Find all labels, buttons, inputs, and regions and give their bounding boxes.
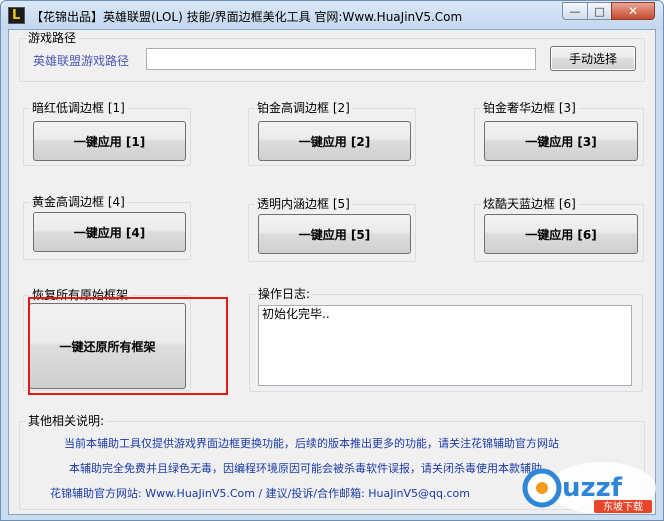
app-window: L 【花锦出品】英雄联盟(LOL) 技能/界面边框美化工具 官网:Www.Hua…	[0, 0, 664, 521]
apply-frame-3-button[interactable]: 一键应用 [3]	[484, 121, 638, 161]
log-group-label: 操作日志:	[256, 287, 313, 302]
game-path-group-label: 游戏路径	[26, 31, 79, 46]
manual-select-button[interactable]: 手动选择	[550, 46, 636, 71]
apply-frame-6-button[interactable]: 一键应用 [6]	[484, 214, 638, 254]
watermark-logo: uzzf 东坡下载	[522, 462, 656, 514]
frame-group-label: 暗红低调边框 [1]	[30, 101, 127, 116]
frame-group-label: 铂金奢华边框 [3]	[481, 101, 578, 116]
game-path-input[interactable]	[146, 48, 536, 70]
notes-group-label: 其他相关说明:	[26, 414, 107, 429]
watermark-text: uzzf	[562, 473, 623, 503]
highlight-rectangle	[28, 297, 228, 395]
note-line: 花锦辅助官方网站: Www.HuaJinV5.Com / 建议/投诉/合作邮箱:…	[50, 487, 471, 500]
maximize-button[interactable]: □	[587, 2, 612, 20]
minimize-button[interactable]: —	[562, 2, 588, 20]
frame-group-label: 铂金高调边框 [2]	[255, 101, 352, 116]
apply-frame-2-button[interactable]: 一键应用 [2]	[258, 121, 411, 161]
client-area: 游戏路径 英雄联盟游戏路径 手动选择 暗红低调边框 [1] 一键应用 [1] 铂…	[8, 29, 656, 515]
log-group: 操作日志: 初始化完毕..	[249, 287, 643, 392]
title-bar[interactable]: L 【花锦出品】英雄联盟(LOL) 技能/界面边框美化工具 官网:Www.Hua…	[1, 1, 663, 29]
frame-group-label: 透明内涵边框 [5]	[255, 197, 352, 212]
app-logo-icon: L	[8, 7, 25, 24]
apply-frame-4-button[interactable]: 一键应用 [4]	[33, 212, 186, 252]
note-line: 本辅助完全免费并且绿色无毒，因编程环境原因可能会被杀毒软件误报，请关闭杀毒使用本…	[69, 462, 542, 475]
close-button[interactable]: ✕	[611, 2, 655, 20]
watermark-subtext: 东坡下载	[603, 500, 643, 513]
window-title: 【花锦出品】英雄联盟(LOL) 技能/界面边框美化工具 官网:Www.HuaJi…	[31, 10, 463, 24]
frame-group-label: 黄金高调边框 [4]	[30, 195, 127, 210]
apply-frame-5-button[interactable]: 一键应用 [5]	[258, 214, 411, 254]
frame-group-label: 炫酷天蓝边框 [6]	[481, 197, 578, 212]
note-line: 当前本辅助工具仅提供游戏界面边框更换功能，后续的版本推出更多的功能，请关注花锦辅…	[64, 437, 559, 450]
log-textarea[interactable]: 初始化完毕..	[258, 305, 632, 386]
game-path-label: 英雄联盟游戏路径	[33, 54, 130, 68]
apply-frame-1-button[interactable]: 一键应用 [1]	[33, 121, 186, 161]
